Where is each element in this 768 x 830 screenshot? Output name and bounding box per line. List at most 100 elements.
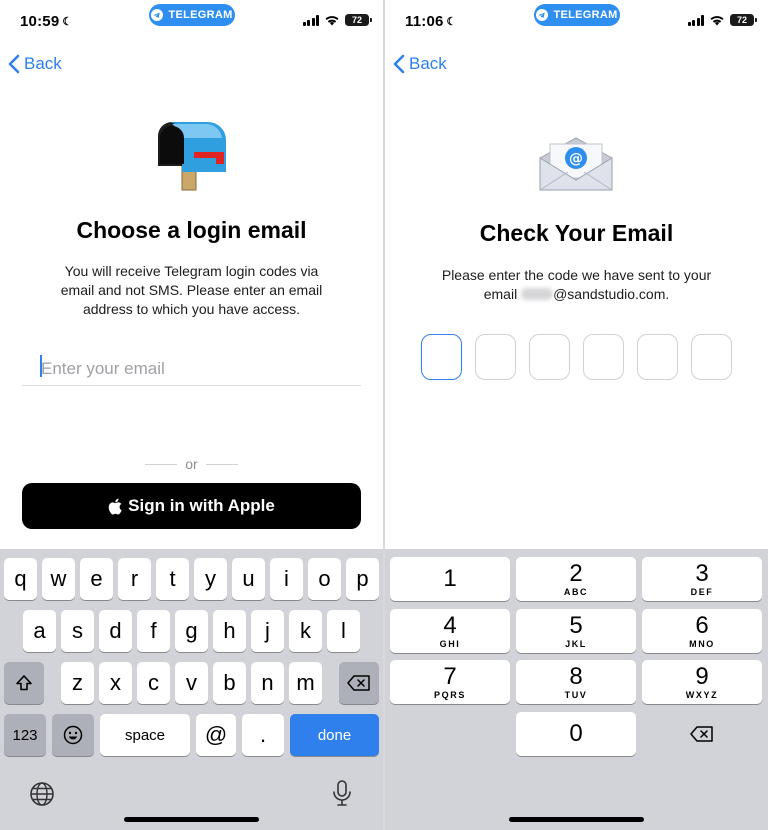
- code-digit-box[interactable]: [583, 334, 624, 380]
- microphone-icon[interactable]: [331, 779, 353, 807]
- telegram-pill-label: TELEGRAM: [553, 9, 618, 21]
- key-c[interactable]: c: [137, 662, 170, 704]
- key-d[interactable]: d: [99, 610, 132, 652]
- battery-level: 72: [736, 15, 747, 25]
- keypad-2[interactable]: 2 ABC: [516, 557, 636, 601]
- home-indicator: [124, 817, 259, 822]
- wifi-icon: [325, 16, 339, 26]
- code-digit-box[interactable]: [529, 334, 570, 380]
- keypad-letters: GHI: [439, 638, 461, 649]
- home-indicator: [509, 817, 644, 822]
- status-time: 11:06 ☾: [405, 13, 457, 30]
- key-g[interactable]: g: [175, 610, 208, 652]
- keypad-6[interactable]: 6 MNO: [642, 609, 762, 653]
- envelope-icon: @: [539, 137, 613, 191]
- keypad-digit: 4: [443, 611, 457, 639]
- keypad-letters: MNO: [689, 638, 715, 649]
- key-n[interactable]: n: [251, 662, 284, 704]
- key-r[interactable]: r: [118, 558, 151, 600]
- key-h[interactable]: h: [213, 610, 246, 652]
- delete-key[interactable]: [339, 662, 379, 704]
- status-icons: 72: [302, 14, 372, 26]
- login-description: You will receive Telegram login codes vi…: [60, 263, 323, 317]
- sign-in-with-apple-button[interactable]: Sign in with Apple: [22, 483, 361, 529]
- delete-key[interactable]: [642, 712, 762, 756]
- email-input[interactable]: [22, 352, 361, 386]
- keypad-8[interactable]: 8 TUV: [516, 660, 636, 704]
- key-q[interactable]: q: [4, 558, 37, 600]
- key-x[interactable]: x: [99, 662, 132, 704]
- mailbox-icon: [158, 122, 226, 191]
- key-i[interactable]: i: [270, 558, 303, 600]
- done-key[interactable]: done: [290, 714, 379, 756]
- code-digit-box[interactable]: [637, 334, 678, 380]
- email-domain: @sandstudio.com.: [553, 286, 670, 302]
- cellular-signal-icon: [302, 14, 319, 26]
- keypad-letters: JKL: [565, 638, 587, 649]
- check-email-screen: 11:06 ☾ TELEGRAM 72 Back @ Check Your Ema…: [385, 0, 768, 830]
- keypad-0[interactable]: 0: [516, 712, 636, 756]
- telegram-icon: [151, 9, 164, 21]
- key-e[interactable]: e: [80, 558, 113, 600]
- key-l[interactable]: l: [327, 610, 360, 652]
- keypad-9[interactable]: 9 WXYZ: [642, 660, 762, 704]
- apple-icon: [108, 498, 122, 514]
- key-k[interactable]: k: [289, 610, 322, 652]
- keypad-4[interactable]: 4 GHI: [390, 609, 510, 653]
- numbers-key[interactable]: 123: [4, 714, 46, 756]
- telegram-status-pill[interactable]: TELEGRAM: [534, 4, 620, 26]
- emoji-icon: [63, 725, 83, 745]
- code-digit-box[interactable]: [421, 334, 462, 380]
- status-icons: 72: [687, 14, 757, 26]
- key-a[interactable]: a: [23, 610, 56, 652]
- battery-level: 72: [351, 15, 362, 25]
- text-caret: [40, 355, 42, 377]
- apple-button-label: Sign in with Apple: [128, 496, 275, 515]
- code-digit-box[interactable]: [475, 334, 516, 380]
- key-t[interactable]: t: [156, 558, 189, 600]
- key-b[interactable]: b: [213, 662, 246, 704]
- space-key[interactable]: space: [100, 714, 190, 756]
- key-w[interactable]: w: [42, 558, 75, 600]
- code-digit-box[interactable]: [691, 334, 732, 380]
- backspace-icon: [690, 726, 713, 742]
- key-u[interactable]: u: [232, 558, 265, 600]
- back-button[interactable]: Back: [393, 54, 447, 74]
- shift-icon: [16, 675, 32, 691]
- key-m[interactable]: m: [289, 662, 322, 704]
- back-label: Back: [409, 54, 447, 73]
- telegram-status-pill[interactable]: TELEGRAM: [149, 4, 235, 26]
- key-p[interactable]: p: [346, 558, 379, 600]
- key-z[interactable]: z: [61, 662, 94, 704]
- globe-icon[interactable]: [29, 781, 55, 807]
- login-email-screen: 10:59 ☾ TELEGRAM 72 Back Choose a login e…: [0, 0, 383, 830]
- keypad-1[interactable]: 1: [390, 557, 510, 601]
- dot-key[interactable]: .: [242, 714, 284, 756]
- status-time: 10:59 ☾: [20, 13, 73, 30]
- back-label: Back: [24, 54, 62, 73]
- keypad-letters: TUV: [564, 689, 588, 700]
- number-pad: 1 2 ABC 3 DEF 4 GHI 5 JKL 6 MNO 7 PQRS 8 TUV 9 WXYZ 0: [385, 549, 768, 830]
- keypad-5[interactable]: 5 JKL: [516, 609, 636, 653]
- shift-key[interactable]: [4, 662, 44, 704]
- key-f[interactable]: f: [137, 610, 170, 652]
- wifi-icon: [710, 16, 724, 26]
- key-s[interactable]: s: [61, 610, 94, 652]
- keypad-letters: WXYZ: [685, 689, 719, 700]
- chevron-left-icon: [393, 54, 405, 74]
- page-title: Check Your Email: [479, 220, 674, 246]
- key-o[interactable]: o: [308, 558, 341, 600]
- battery-icon: 72: [345, 14, 372, 26]
- keypad-3[interactable]: 3 DEF: [642, 557, 762, 601]
- at-key[interactable]: @: [196, 714, 236, 756]
- moon-icon: ☾: [446, 16, 457, 28]
- key-j[interactable]: j: [251, 610, 284, 652]
- back-button[interactable]: Back: [8, 54, 62, 74]
- telegram-icon: [536, 9, 549, 21]
- emoji-key[interactable]: [52, 714, 94, 756]
- key-v[interactable]: v: [175, 662, 208, 704]
- keypad-7[interactable]: 7 PQRS: [390, 660, 510, 704]
- key-y[interactable]: y: [194, 558, 227, 600]
- keypad-digit: 0: [569, 720, 583, 747]
- keypad-digit: 5: [569, 611, 583, 639]
